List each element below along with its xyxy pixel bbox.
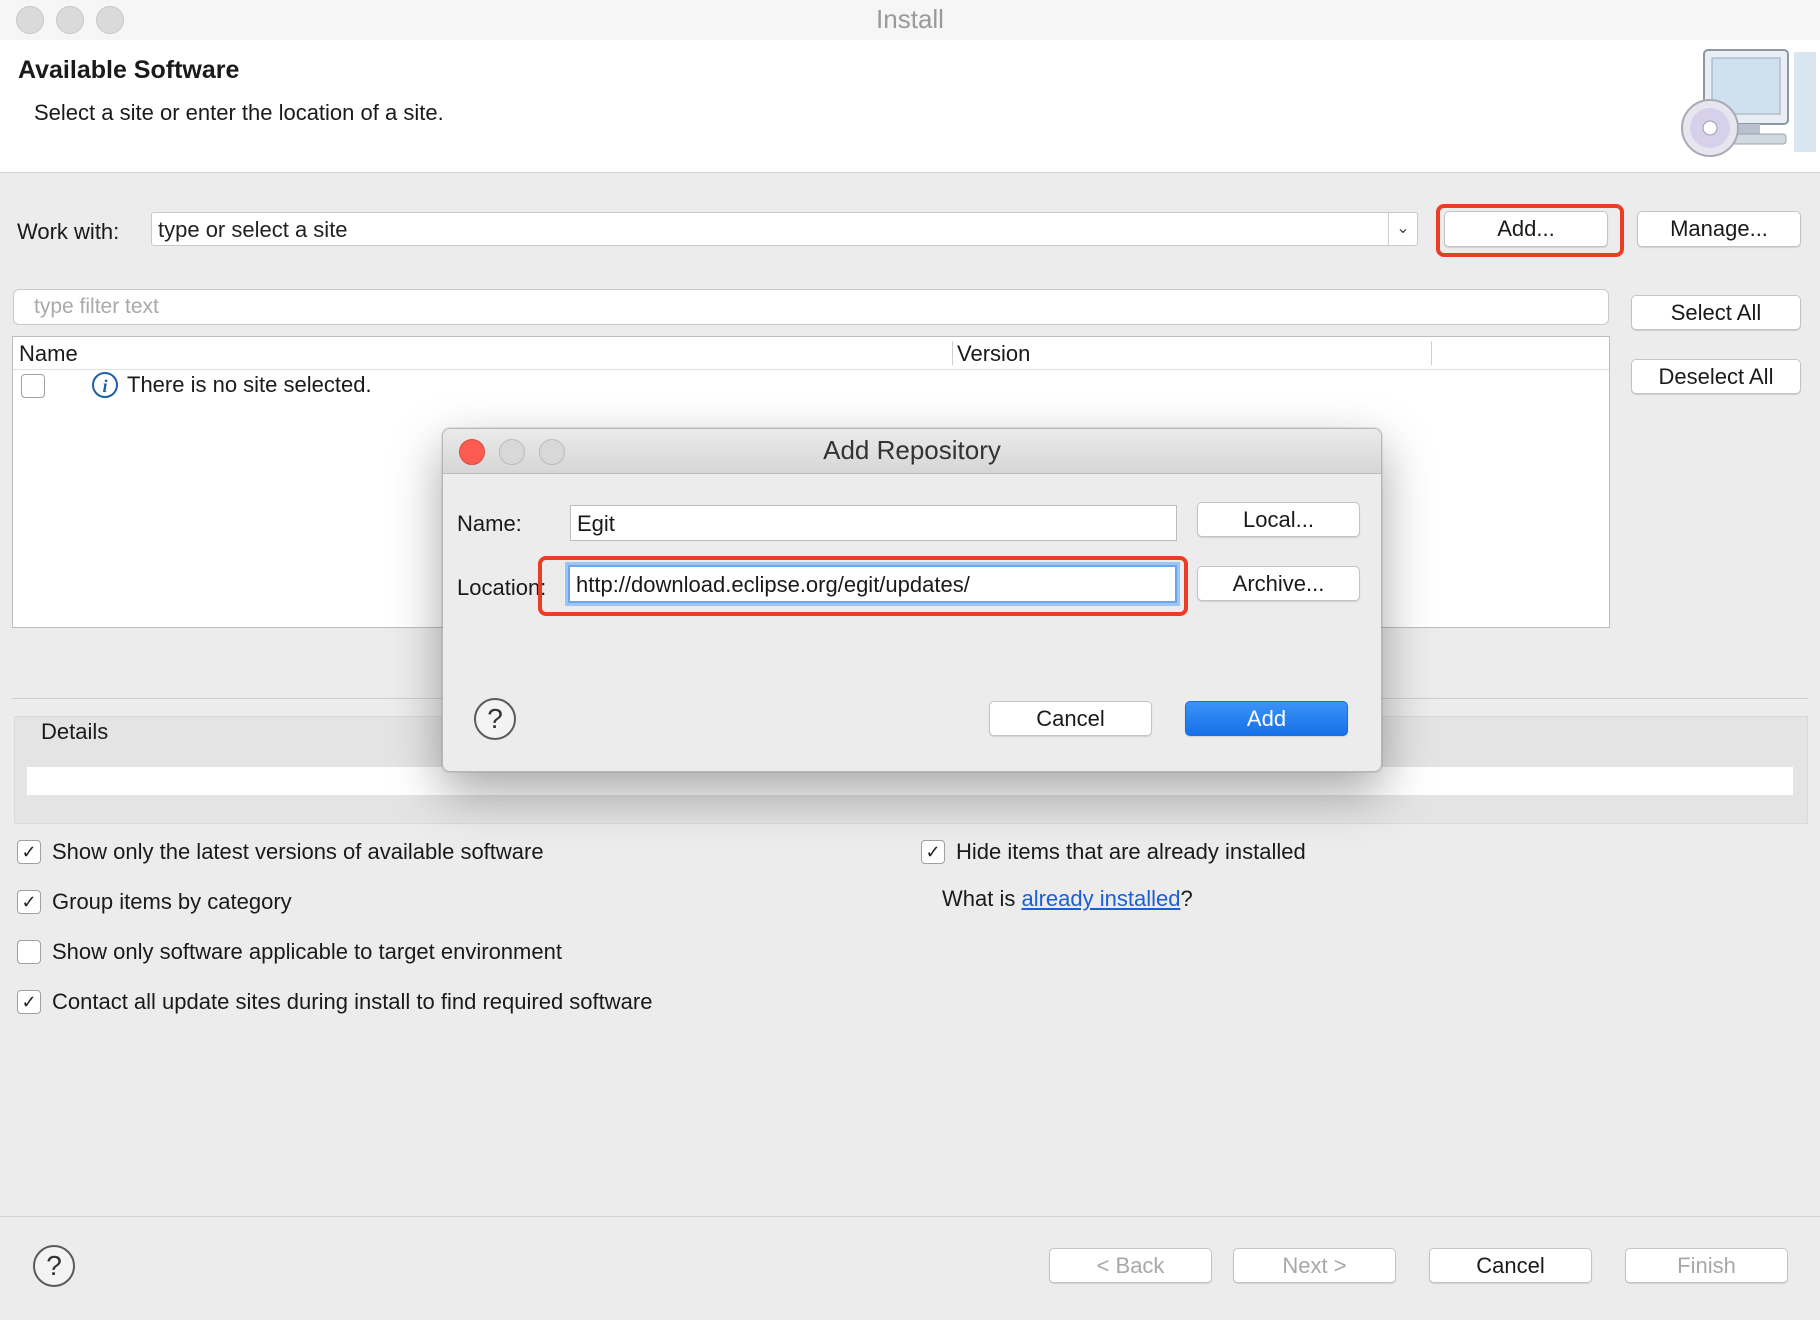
contact-update-sites-label: Contact all update sites during install … xyxy=(52,989,653,1014)
chevron-down-icon[interactable]: ⌄ xyxy=(1388,213,1417,245)
window-titlebar: Install xyxy=(0,0,1820,41)
svg-text:i: i xyxy=(102,376,107,396)
filter-placeholder: type filter text xyxy=(34,295,159,318)
target-environment-checkbox[interactable] xyxy=(17,940,41,964)
dialog-cancel-button[interactable]: Cancel xyxy=(989,701,1152,736)
table-row-checkbox[interactable] xyxy=(21,374,45,398)
table-message: There is no site selected. xyxy=(127,372,372,397)
dialog-titlebar: Add Repository xyxy=(443,429,1381,474)
archive-button[interactable]: Archive... xyxy=(1197,566,1360,601)
latest-versions-label: Show only the latest versions of availab… xyxy=(52,839,544,864)
local-button[interactable]: Local... xyxy=(1197,502,1360,537)
column-header-name[interactable]: Name xyxy=(19,341,78,367)
back-button[interactable]: < Back xyxy=(1049,1248,1212,1283)
help-icon[interactable]: ? xyxy=(33,1245,75,1287)
what-is-prefix: What is xyxy=(942,886,1022,911)
cancel-button[interactable]: Cancel xyxy=(1429,1248,1592,1283)
details-label: Details xyxy=(41,719,109,744)
finish-button[interactable]: Finish xyxy=(1625,1248,1788,1283)
table-header xyxy=(13,337,1609,370)
footer-divider xyxy=(0,1216,1820,1217)
name-label: Name: xyxy=(457,511,522,536)
column-divider xyxy=(1431,341,1432,365)
target-environment-label: Show only software applicable to target … xyxy=(52,939,562,964)
deselect-all-button[interactable]: Deselect All xyxy=(1631,359,1801,394)
what-is-installed-text: What is already installed? xyxy=(942,886,1193,912)
manage-sites-button[interactable]: Manage... xyxy=(1637,211,1801,247)
work-with-combo[interactable]: type or select a site ⌄ xyxy=(151,212,1418,246)
add-site-button[interactable]: Add... xyxy=(1444,211,1608,247)
column-divider xyxy=(952,341,953,365)
name-field[interactable]: Egit xyxy=(570,505,1177,541)
what-is-suffix: ? xyxy=(1180,886,1193,911)
hide-installed-label: Hide items that are already installed xyxy=(956,839,1306,864)
wizard-header: Available Software Select a site or ente… xyxy=(0,40,1820,173)
window-title: Install xyxy=(876,4,944,34)
location-field[interactable]: http://download.eclipse.org/egit/updates… xyxy=(568,565,1177,603)
group-by-category-checkbox[interactable]: ✓ xyxy=(17,890,41,914)
location-value: http://download.eclipse.org/egit/updates… xyxy=(576,572,970,597)
hide-installed-checkbox[interactable]: ✓ xyxy=(921,840,945,864)
page-title: Available Software xyxy=(18,56,240,84)
next-button[interactable]: Next > xyxy=(1233,1248,1396,1283)
contact-update-sites-checkbox[interactable]: ✓ xyxy=(17,990,41,1014)
column-header-version[interactable]: Version xyxy=(957,341,1030,367)
select-all-button[interactable]: Select All xyxy=(1631,295,1801,330)
info-icon: i xyxy=(92,372,118,398)
name-value: Egit xyxy=(577,511,615,536)
dialog-title: Add Repository xyxy=(823,435,1001,465)
latest-versions-checkbox[interactable]: ✓ xyxy=(17,840,41,864)
location-label: Location: xyxy=(457,575,547,600)
already-installed-link[interactable]: already installed xyxy=(1021,886,1180,911)
add-repository-dialog: Add Repository Name: Egit Local... Locat… xyxy=(442,428,1382,772)
filter-input[interactable]: type filter text xyxy=(13,289,1609,325)
dialog-help-icon[interactable]: ? xyxy=(474,698,516,740)
dialog-add-button[interactable]: Add xyxy=(1185,701,1348,736)
work-with-label: Work with: xyxy=(17,219,120,244)
group-by-category-label: Group items by category xyxy=(52,889,292,914)
page-subtitle: Select a site or enter the location of a… xyxy=(34,100,444,125)
work-with-text: type or select a site xyxy=(158,217,348,242)
install-computer-icon xyxy=(1681,49,1816,157)
